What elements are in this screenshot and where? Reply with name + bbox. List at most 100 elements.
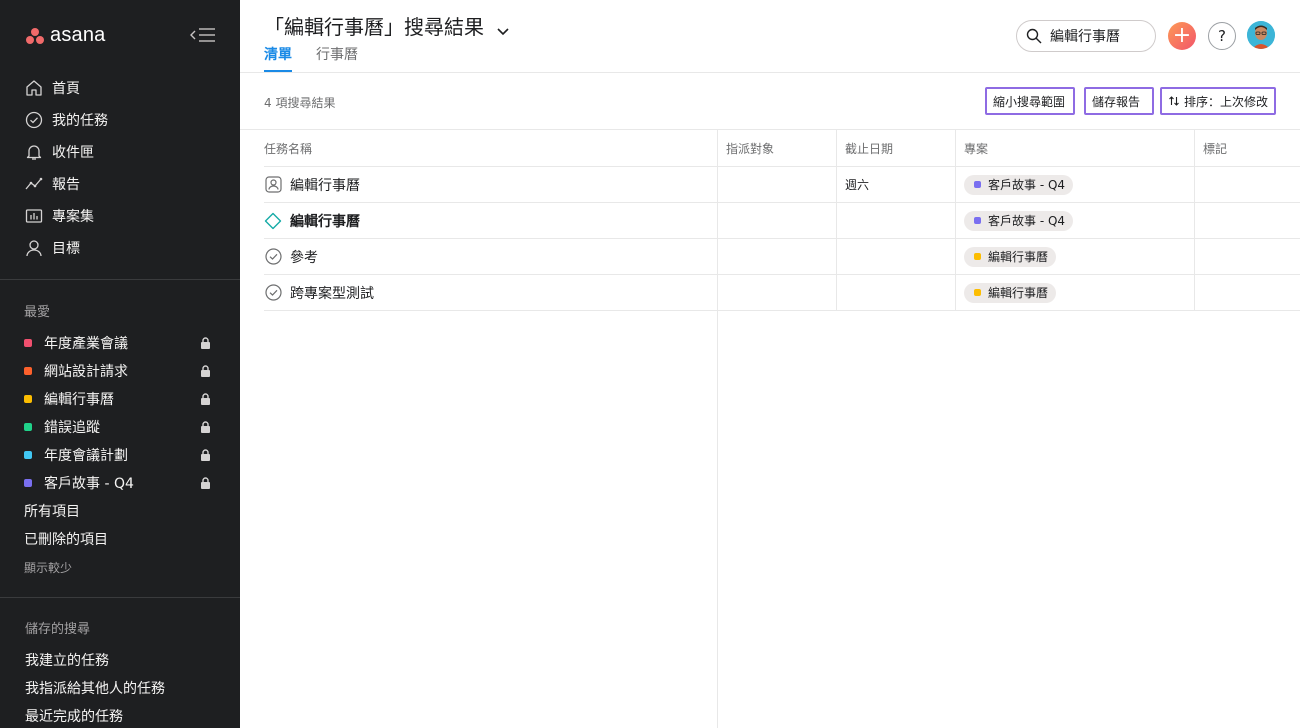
logo-text: asana: [50, 24, 106, 46]
table-row[interactable]: 編輯行事曆 週六 客戶故事 - Q4: [264, 167, 1300, 203]
nav-label: 我的任務: [52, 113, 108, 129]
tags-cell[interactable]: [1195, 167, 1300, 202]
due-date-cell[interactable]: 週六: [837, 167, 956, 202]
due-date-cell[interactable]: [837, 275, 956, 310]
favorite-item[interactable]: 年度產業會議: [0, 329, 240, 357]
main-nav: 首頁 我的任務 收件匣 報告 專案集 目標: [0, 72, 240, 264]
results-toolbar: 4 項搜尋結果 縮小搜尋範圍 儲存報告 排序：上次修改: [240, 74, 1300, 130]
project-color-dot: [24, 451, 32, 459]
column-header-assignee[interactable]: 指派對象: [718, 130, 837, 166]
favorite-label: 年度會議計劃: [44, 448, 128, 464]
nav-label: 專案集: [52, 209, 94, 225]
nav-item-goals[interactable]: 目標: [0, 232, 240, 264]
project-label: 客戶故事 - Q4: [988, 178, 1066, 192]
asana-logo-icon: [26, 27, 44, 44]
avatar[interactable]: [1247, 21, 1275, 49]
quick-add-button[interactable]: +: [1168, 22, 1196, 50]
home-icon: [24, 78, 44, 98]
search-input[interactable]: [1050, 28, 1146, 44]
check-circle-icon[interactable]: [264, 284, 282, 302]
nav-label: 首頁: [52, 81, 80, 97]
table-row[interactable]: 編輯行事曆 客戶故事 - Q4: [264, 203, 1300, 239]
chevron-down-icon[interactable]: [496, 19, 510, 35]
assignee-cell[interactable]: [718, 239, 837, 274]
nav-item-my-tasks[interactable]: 我的任務: [0, 104, 240, 136]
favorite-item[interactable]: 網站設計請求: [0, 357, 240, 385]
task-name-cell: 參考: [264, 239, 718, 274]
column-header-task-name[interactable]: 任務名稱: [264, 130, 718, 166]
help-button[interactable]: ?: [1208, 22, 1236, 50]
favorite-item[interactable]: 年度會議計劃: [0, 441, 240, 469]
search-box[interactable]: [1016, 20, 1156, 52]
table-row[interactable]: 參考 編輯行事曆: [264, 239, 1300, 275]
saved-search-item[interactable]: 我指派給其他人的任務: [0, 674, 240, 702]
saved-search-item[interactable]: 最近完成的任務: [0, 702, 240, 728]
sidebar-divider: [0, 279, 240, 280]
lock-icon: [200, 421, 211, 433]
project-color-dot: [974, 253, 981, 260]
asana-logo[interactable]: asana: [26, 24, 106, 47]
approval-person-icon[interactable]: [264, 176, 282, 194]
column-header-due-date[interactable]: 截止日期: [837, 130, 956, 166]
project-cell[interactable]: 客戶故事 - Q4: [956, 203, 1195, 238]
project-label: 編輯行事曆: [988, 250, 1049, 264]
project-cell[interactable]: 編輯行事曆: [956, 275, 1195, 310]
column-header-project[interactable]: 專案: [956, 130, 1195, 166]
milestone-diamond-icon[interactable]: [264, 212, 282, 230]
nav-label: 收件匣: [52, 145, 94, 161]
sort-button[interactable]: 排序：上次修改: [1160, 87, 1276, 115]
nav-item-home[interactable]: 首頁: [0, 72, 240, 104]
result-count: 4 項搜尋結果: [264, 96, 336, 110]
favorite-item[interactable]: 編輯行事曆: [0, 385, 240, 413]
project-color-dot: [24, 367, 32, 375]
nav-label: 目標: [52, 241, 80, 257]
project-pill[interactable]: 編輯行事曆: [964, 282, 1057, 303]
tags-cell[interactable]: [1195, 203, 1300, 238]
search-icon: [1026, 28, 1042, 44]
project-color-dot: [24, 395, 32, 403]
project-pill[interactable]: 編輯行事曆: [964, 246, 1057, 267]
tags-cell[interactable]: [1195, 239, 1300, 274]
tab-list[interactable]: 清單: [264, 44, 292, 72]
lock-icon: [200, 393, 211, 405]
column-header-tags[interactable]: 標記: [1195, 130, 1300, 166]
all-items-link[interactable]: 所有項目: [0, 497, 240, 525]
table-header: 任務名稱 指派對象 截止日期 專案 標記: [264, 130, 1300, 167]
nav-item-reports[interactable]: 報告: [0, 168, 240, 200]
page-header: 「編輯行事曆」搜尋結果 清單 行事曆 + ?: [240, 0, 1300, 73]
assignee-cell[interactable]: [718, 203, 837, 238]
table-row[interactable]: 跨專案型測試 編輯行事曆: [264, 275, 1300, 311]
favorite-item[interactable]: 客戶故事 - Q4: [0, 469, 240, 497]
project-cell[interactable]: 客戶故事 - Q4: [956, 167, 1195, 202]
project-pill[interactable]: 客戶故事 - Q4: [964, 174, 1074, 195]
project-cell[interactable]: 編輯行事曆: [956, 239, 1195, 274]
nav-item-inbox[interactable]: 收件匣: [0, 136, 240, 168]
project-color-dot: [974, 289, 981, 296]
check-circle-icon[interactable]: [264, 248, 282, 266]
due-date-cell[interactable]: [837, 239, 956, 274]
assignee-cell[interactable]: [718, 275, 837, 310]
tags-cell[interactable]: [1195, 275, 1300, 310]
saved-searches-title: 儲存的搜尋: [25, 622, 91, 637]
favorite-label: 年度產業會議: [44, 336, 128, 352]
project-pill[interactable]: 客戶故事 - Q4: [964, 210, 1074, 231]
portfolio-icon: [24, 206, 44, 226]
collapse-sidebar-icon[interactable]: [190, 26, 216, 44]
favorite-label: 網站設計請求: [44, 364, 128, 380]
project-color-dot: [24, 339, 32, 347]
narrow-search-button[interactable]: 縮小搜尋範圍: [985, 87, 1075, 115]
lock-icon: [200, 477, 211, 489]
assignee-cell[interactable]: [718, 167, 837, 202]
show-less-link[interactable]: 顯示較少: [0, 553, 240, 581]
task-name: 跨專案型測試: [290, 285, 374, 302]
deleted-items-link[interactable]: 已刪除的項目: [0, 525, 240, 553]
main-content: 「編輯行事曆」搜尋結果 清單 行事曆 + ? 4 項搜尋結果 縮小搜尋範圍 儲存…: [240, 0, 1300, 728]
view-tabs: 清單 行事曆: [264, 44, 382, 72]
nav-item-portfolios[interactable]: 專案集: [0, 200, 240, 232]
due-date-cell[interactable]: [837, 203, 956, 238]
saved-search-item[interactable]: 我建立的任務: [0, 646, 240, 674]
tab-calendar[interactable]: 行事曆: [316, 44, 358, 72]
save-report-button[interactable]: 儲存報告: [1084, 87, 1154, 115]
page-title: 「編輯行事曆」搜尋結果: [264, 11, 510, 40]
favorite-item[interactable]: 錯誤追蹤: [0, 413, 240, 441]
